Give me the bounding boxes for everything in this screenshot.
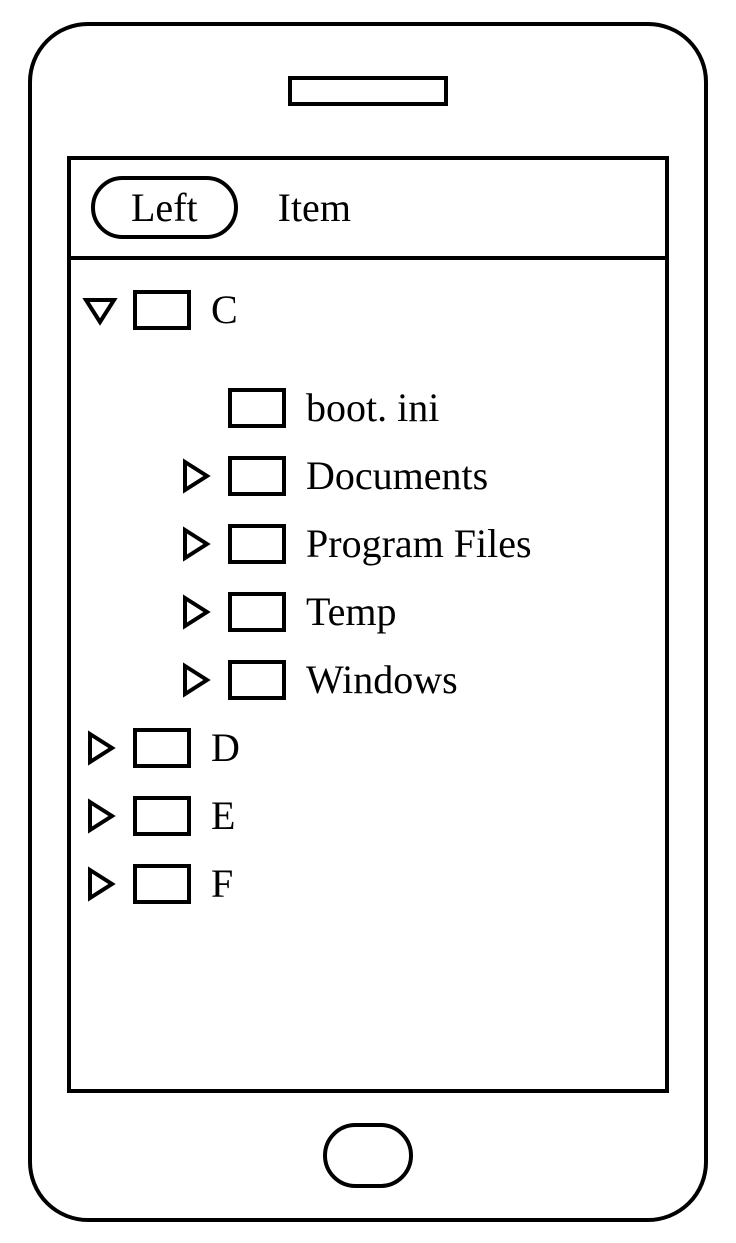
header-bar: Left Item [71, 160, 665, 260]
tree-item-c[interactable]: C [81, 280, 655, 340]
chevron-right-icon[interactable] [176, 661, 214, 699]
chevron-right-icon[interactable] [81, 797, 119, 835]
home-button[interactable] [323, 1123, 413, 1188]
tree-item-label: Temp [306, 588, 397, 635]
tree-item-windows[interactable]: Windows [81, 650, 655, 710]
page-title: Item [278, 184, 351, 231]
phone-speaker [288, 76, 448, 106]
tree-item-e[interactable]: E [81, 786, 655, 846]
phone-frame: Left Item C boot. ini [28, 22, 708, 1222]
tree-item-f[interactable]: F [81, 854, 655, 914]
tree-item-label: boot. ini [306, 384, 439, 431]
folder-icon [133, 728, 191, 768]
tree-item-temp[interactable]: Temp [81, 582, 655, 642]
tree-item-boot-ini[interactable]: boot. ini [81, 378, 655, 438]
tree-item-label: F [211, 860, 233, 907]
tree-item-label: C [211, 286, 238, 333]
folder-icon [133, 864, 191, 904]
chevron-right-icon[interactable] [176, 525, 214, 563]
file-tree: C boot. ini Documents [71, 260, 665, 942]
folder-icon [228, 456, 286, 496]
tree-item-label: D [211, 724, 240, 771]
tree-item-label: E [211, 792, 235, 839]
left-button[interactable]: Left [91, 176, 238, 239]
chevron-right-icon[interactable] [176, 593, 214, 631]
tree-item-documents[interactable]: Documents [81, 446, 655, 506]
tree-item-label: Documents [306, 452, 488, 499]
chevron-right-icon[interactable] [81, 865, 119, 903]
chevron-right-icon[interactable] [176, 457, 214, 495]
file-icon [228, 388, 286, 428]
folder-icon [133, 290, 191, 330]
chevron-right-icon[interactable] [81, 729, 119, 767]
screen: Left Item C boot. ini [67, 156, 669, 1093]
folder-icon [228, 524, 286, 564]
folder-icon [228, 660, 286, 700]
chevron-down-icon[interactable] [81, 291, 119, 329]
folder-icon [228, 592, 286, 632]
tree-item-label: Program Files [306, 520, 532, 567]
tree-item-program-files[interactable]: Program Files [81, 514, 655, 574]
tree-item-d[interactable]: D [81, 718, 655, 778]
folder-icon [133, 796, 191, 836]
tree-item-label: Windows [306, 656, 458, 703]
